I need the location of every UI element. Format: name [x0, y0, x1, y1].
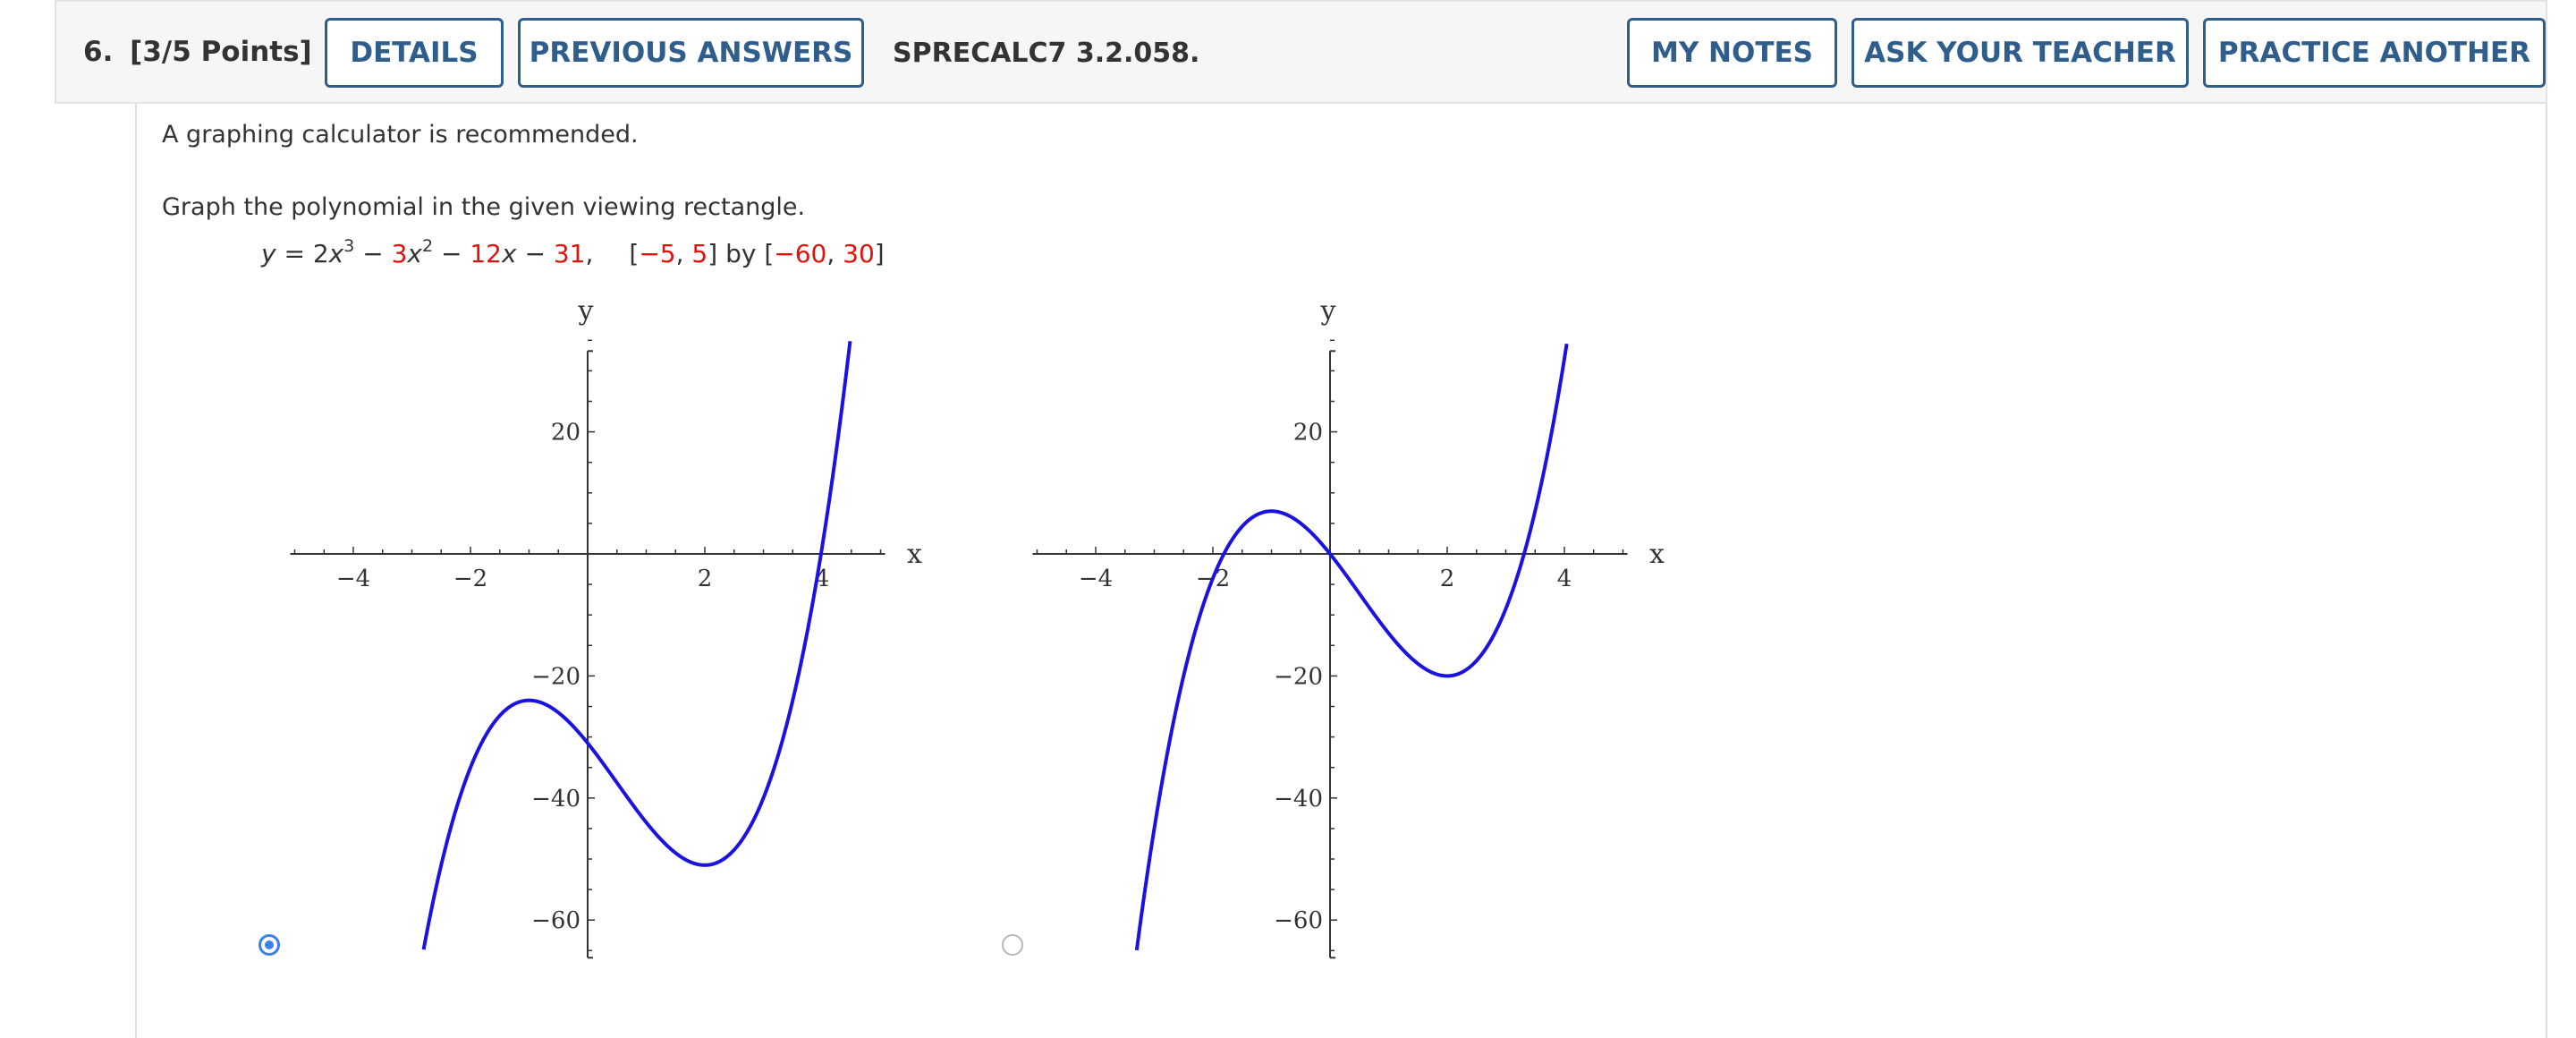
eq-xmin: −5 — [639, 239, 676, 268]
y-tick-label: −20 — [531, 663, 580, 690]
x-tick-label: −2 — [453, 566, 487, 592]
question-header: 6. [3/5 Points] DETAILS PREVIOUS ANSWERS… — [55, 0, 2547, 104]
points-label: [3/5 Points] — [130, 36, 312, 68]
eq-const-31: 31 — [553, 239, 586, 268]
eq-coef-3: 3 — [391, 239, 408, 268]
x-tick-label: 2 — [698, 566, 713, 592]
instruction-text: Graph the polynomial in the given viewin… — [162, 193, 806, 221]
practice-another-button[interactable]: PRACTICE ANOTHER — [2203, 18, 2546, 88]
my-notes-button[interactable]: MY NOTES — [1627, 18, 1837, 88]
answer-graph-b: −4 −2 2 420−20−40−60xy — [1032, 300, 1665, 959]
x-tick-label: −4 — [336, 566, 370, 592]
x-tick-label: 2 — [1440, 566, 1455, 592]
x-tick-label: 4 — [1557, 566, 1572, 592]
x-axis-label: x — [907, 539, 922, 570]
answer-radio-b[interactable] — [1002, 934, 1023, 956]
y-tick-label: −60 — [1274, 907, 1323, 934]
eq-part: ] by [ — [708, 239, 775, 268]
y-axis-label: y — [578, 300, 594, 327]
eq-part: [ — [629, 239, 640, 268]
y-tick-label: −40 — [1274, 786, 1323, 813]
eq-part: , — [675, 239, 692, 268]
eq-part: , — [585, 239, 594, 268]
function-curve — [421, 341, 852, 950]
details-button[interactable]: DETAILS — [325, 18, 504, 88]
intro-text: A graphing calculator is recommended. — [162, 121, 639, 149]
question-number: 6. [3/5 Points] — [83, 36, 312, 68]
eq-coef-12: 12 — [470, 239, 502, 268]
y-tick-label: 20 — [551, 420, 580, 447]
eq-part: = 2 — [275, 239, 329, 268]
eq-exp1: 3 — [343, 236, 355, 256]
eq-part: − — [433, 239, 470, 268]
question-number-label: 6. — [83, 36, 114, 68]
ask-your-teacher-button[interactable]: ASK YOUR TEACHER — [1852, 18, 2189, 88]
eq-part: , — [826, 239, 843, 268]
eq-x2: x — [407, 239, 422, 268]
eq-part: ] — [874, 239, 885, 268]
eq-x1: x — [328, 239, 344, 268]
y-axis-label: y — [1320, 300, 1336, 327]
x-axis-label: x — [1649, 539, 1665, 570]
y-tick-label: 20 — [1293, 420, 1323, 447]
answer-graph-a: −4 −2 2 420−20−40−60xy — [290, 300, 922, 959]
x-tick-label: −4 — [1079, 566, 1113, 592]
y-tick-label: −20 — [1274, 663, 1323, 690]
y-tick-label: −60 — [531, 907, 580, 934]
eq-xmax: 5 — [691, 239, 708, 268]
eq-y: y — [261, 239, 276, 268]
eq-ymax: 30 — [843, 239, 875, 268]
function-curve — [1134, 343, 1569, 951]
previous-answers-button[interactable]: PREVIOUS ANSWERS — [518, 18, 864, 88]
eq-x3: x — [502, 239, 517, 268]
answer-radio-a[interactable] — [258, 934, 280, 956]
eq-part: − — [354, 239, 392, 268]
eq-part: − — [516, 239, 554, 268]
polynomial-equation: y = 2x3 − 3x2 − 12x − 31, [−5, 5] by [−60… — [261, 236, 885, 269]
eq-ymin: −60 — [774, 239, 827, 268]
eq-exp2: 2 — [422, 236, 434, 256]
y-tick-label: −40 — [531, 786, 580, 813]
problem-code: SPRECALC7 3.2.058. — [893, 38, 1200, 69]
